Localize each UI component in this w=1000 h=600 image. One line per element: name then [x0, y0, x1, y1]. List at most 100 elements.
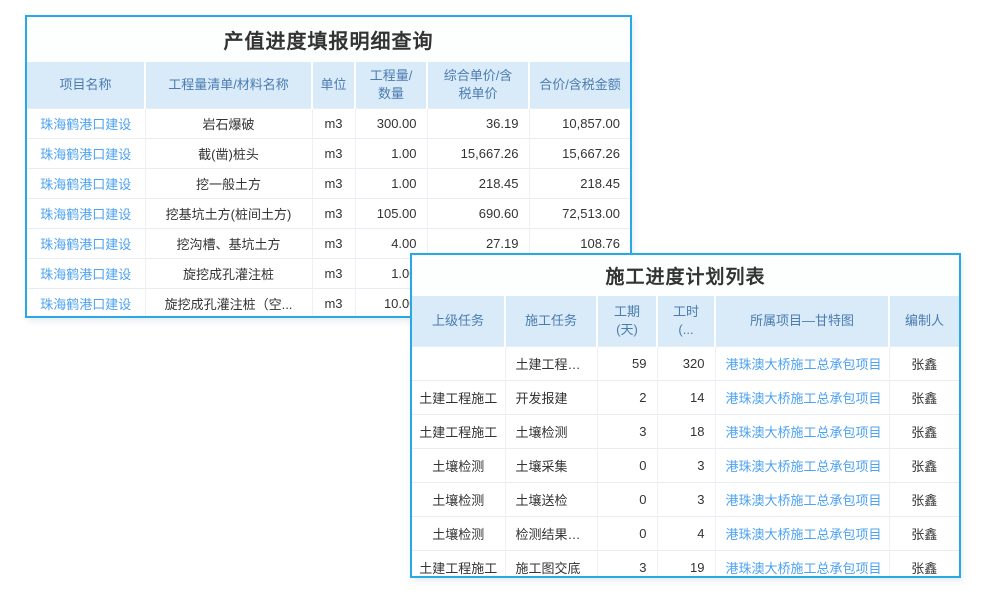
- project-name-link[interactable]: 珠海鹤港口建设: [40, 267, 131, 282]
- construction-task-cell: 土壤送检: [505, 482, 597, 516]
- output-value-panel-title: 产值进度填报明细查询: [27, 17, 630, 62]
- project-gantt-link[interactable]: 港珠澳大桥施工总承包项目: [726, 561, 882, 576]
- quantity-cell: 300.00: [355, 108, 427, 138]
- output-value-table-row[interactable]: 珠海鹤港口建设 岩石爆破 m3 300.00 36.19 10,857.00: [27, 108, 630, 138]
- project-name-link[interactable]: 珠海鹤港口建设: [40, 237, 131, 252]
- total-amount-cell: 72,513.00: [529, 198, 630, 228]
- schedule-table-row[interactable]: 土建工程施工 开发报建 2 14 港珠澳大桥施工总承包项目 张鑫: [412, 380, 959, 414]
- project-name-link[interactable]: 珠海鹤港口建设: [40, 147, 131, 162]
- project-name-link[interactable]: 珠海鹤港口建设: [40, 117, 131, 132]
- construction-schedule-table-body: 土建工程施工 59 320 港珠澳大桥施工总承包项目 张鑫 土建工程施工 开发报…: [412, 346, 959, 578]
- duration-cell: 59: [597, 346, 657, 380]
- project-gantt-cell: 港珠澳大桥施工总承包项目: [715, 550, 889, 578]
- project-gantt-link[interactable]: 港珠澳大桥施工总承包项目: [726, 357, 882, 372]
- output-value-table-row[interactable]: 珠海鹤港口建设 挖一般土方 m3 1.00 218.45 218.45: [27, 168, 630, 198]
- col-work-hours: 工时 (...: [657, 296, 715, 346]
- work-hours-cell: 18: [657, 414, 715, 448]
- schedule-table-row[interactable]: 土建工程施工 施工图交底 3 19 港珠澳大桥施工总承包项目 张鑫: [412, 550, 959, 578]
- col-duration-days: 工期 (天): [597, 296, 657, 346]
- total-amount-cell: 10,857.00: [529, 108, 630, 138]
- project-name-link[interactable]: 珠海鹤港口建设: [40, 297, 131, 312]
- unit-price-cell: 36.19: [427, 108, 529, 138]
- quantity-cell: 1.00: [355, 168, 427, 198]
- parent-task-cell: 土壤检测: [412, 482, 505, 516]
- project-gantt-cell: 港珠澳大桥施工总承包项目: [715, 482, 889, 516]
- project-gantt-link[interactable]: 港珠澳大桥施工总承包项目: [726, 391, 882, 406]
- boq-item-cell: 旋挖成孔灌注桩（空...: [145, 288, 312, 318]
- col-boq-material-name: 工程量清单/材料名称: [145, 62, 312, 108]
- project-name-link[interactable]: 珠海鹤港口建设: [40, 177, 131, 192]
- project-gantt-link[interactable]: 港珠澳大桥施工总承包项目: [726, 493, 882, 508]
- duration-cell: 0: [597, 448, 657, 482]
- total-amount-cell: 218.45: [529, 168, 630, 198]
- work-hours-cell: 19: [657, 550, 715, 578]
- output-value-table-row[interactable]: 珠海鹤港口建设 挖基坑土方(桩间土方) m3 105.00 690.60 72,…: [27, 198, 630, 228]
- construction-schedule-table: 上级任务 施工任务 工期 (天) 工时 (... 所属项目—甘特图 编制人 土建…: [412, 296, 959, 578]
- unit-cell: m3: [312, 198, 355, 228]
- compiler-cell: 张鑫: [889, 448, 959, 482]
- schedule-table-row[interactable]: 土建工程施工 土壤检测 3 18 港珠澳大桥施工总承包项目 张鑫: [412, 414, 959, 448]
- boq-item-cell: 岩石爆破: [145, 108, 312, 138]
- unit-cell: m3: [312, 108, 355, 138]
- parent-task-cell: 土建工程施工: [412, 414, 505, 448]
- work-hours-cell: 3: [657, 482, 715, 516]
- boq-item-cell: 挖基坑土方(桩间土方): [145, 198, 312, 228]
- schedule-table-row[interactable]: 土建工程施工 59 320 港珠澳大桥施工总承包项目 张鑫: [412, 346, 959, 380]
- project-name-cell: 珠海鹤港口建设: [27, 288, 145, 318]
- project-name-cell: 珠海鹤港口建设: [27, 108, 145, 138]
- project-gantt-cell: 港珠澳大桥施工总承包项目: [715, 448, 889, 482]
- project-name-cell: 珠海鹤港口建设: [27, 168, 145, 198]
- page: 产值进度填报明细查询 项目名称 工程量清单/材料名称 单位 工程量/ 数量 综合…: [0, 0, 1000, 600]
- compiler-cell: 张鑫: [889, 380, 959, 414]
- project-gantt-cell: 港珠澳大桥施工总承包项目: [715, 414, 889, 448]
- unit-cell: m3: [312, 138, 355, 168]
- col-project-gantt: 所属项目—甘特图: [715, 296, 889, 346]
- project-gantt-link[interactable]: 港珠澳大桥施工总承包项目: [726, 425, 882, 440]
- col-construction-task: 施工任务: [505, 296, 597, 346]
- unit-cell: m3: [312, 258, 355, 288]
- boq-item-cell: 挖沟槽、基坑土方: [145, 228, 312, 258]
- compiler-cell: 张鑫: [889, 414, 959, 448]
- duration-cell: 3: [597, 550, 657, 578]
- col-quantity: 工程量/ 数量: [355, 62, 427, 108]
- project-gantt-cell: 港珠澳大桥施工总承包项目: [715, 516, 889, 550]
- work-hours-cell: 3: [657, 448, 715, 482]
- schedule-table-row[interactable]: 土壤检测 土壤送检 0 3 港珠澳大桥施工总承包项目 张鑫: [412, 482, 959, 516]
- work-hours-cell: 14: [657, 380, 715, 414]
- col-unit-price: 综合单价/含 税单价: [427, 62, 529, 108]
- project-name-link[interactable]: 珠海鹤港口建设: [40, 207, 131, 222]
- construction-task-cell: 土壤采集: [505, 448, 597, 482]
- construction-task-cell: 开发报建: [505, 380, 597, 414]
- compiler-cell: 张鑫: [889, 550, 959, 578]
- construction-schedule-panel: 施工进度计划列表 上级任务 施工任务 工期 (天) 工时 (... 所属项目—甘…: [410, 253, 961, 578]
- col-parent-task: 上级任务: [412, 296, 505, 346]
- project-gantt-link[interactable]: 港珠澳大桥施工总承包项目: [726, 459, 882, 474]
- project-name-cell: 珠海鹤港口建设: [27, 198, 145, 228]
- boq-item-cell: 截(凿)桩头: [145, 138, 312, 168]
- project-gantt-cell: 港珠澳大桥施工总承包项目: [715, 346, 889, 380]
- unit-price-cell: 690.60: [427, 198, 529, 228]
- construction-task-cell: 检测结果存底: [505, 516, 597, 550]
- project-name-cell: 珠海鹤港口建设: [27, 258, 145, 288]
- construction-schedule-table-header: 上级任务 施工任务 工期 (天) 工时 (... 所属项目—甘特图 编制人: [412, 296, 959, 346]
- boq-item-cell: 挖一般土方: [145, 168, 312, 198]
- work-hours-cell: 320: [657, 346, 715, 380]
- construction-task-cell: 土建工程施工: [505, 346, 597, 380]
- compiler-cell: 张鑫: [889, 516, 959, 550]
- unit-cell: m3: [312, 288, 355, 318]
- unit-price-cell: 218.45: [427, 168, 529, 198]
- compiler-cell: 张鑫: [889, 346, 959, 380]
- unit-cell: m3: [312, 228, 355, 258]
- parent-task-cell: 土壤检测: [412, 448, 505, 482]
- schedule-table-row[interactable]: 土壤检测 土壤采集 0 3 港珠澳大桥施工总承包项目 张鑫: [412, 448, 959, 482]
- project-gantt-link[interactable]: 港珠澳大桥施工总承包项目: [726, 527, 882, 542]
- schedule-table-row[interactable]: 土壤检测 检测结果存底 0 4 港珠澳大桥施工总承包项目 张鑫: [412, 516, 959, 550]
- output-value-table-row[interactable]: 珠海鹤港口建设 截(凿)桩头 m3 1.00 15,667.26 15,667.…: [27, 138, 630, 168]
- unit-price-cell: 15,667.26: [427, 138, 529, 168]
- col-unit: 单位: [312, 62, 355, 108]
- duration-cell: 2: [597, 380, 657, 414]
- work-hours-cell: 4: [657, 516, 715, 550]
- quantity-cell: 1.00: [355, 138, 427, 168]
- construction-task-cell: 施工图交底: [505, 550, 597, 578]
- parent-task-cell: 土壤检测: [412, 516, 505, 550]
